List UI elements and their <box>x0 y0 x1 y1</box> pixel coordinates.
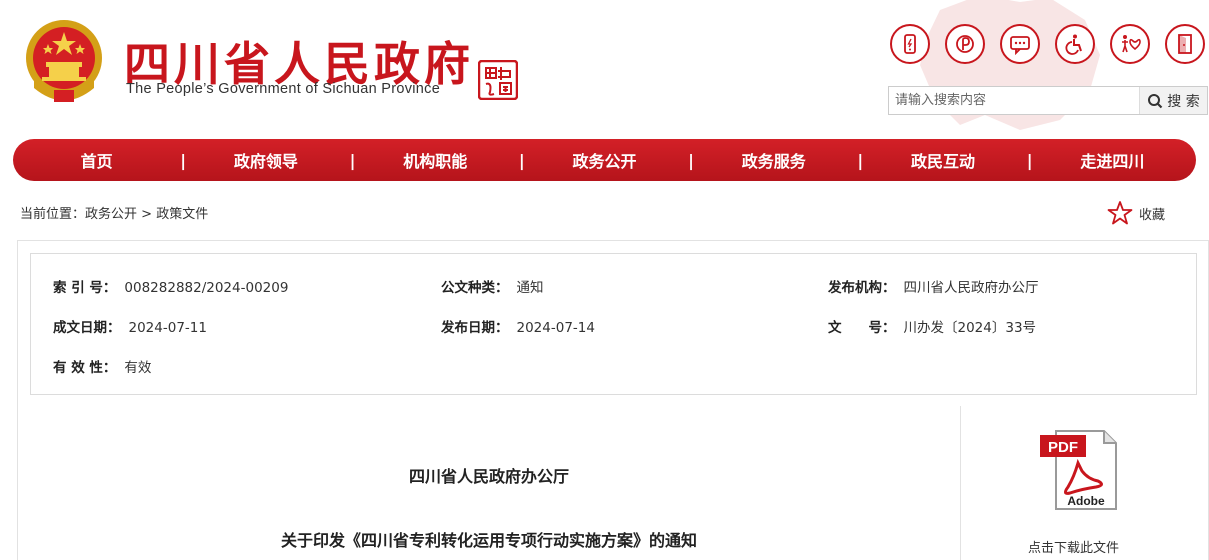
meta-type-label: 公文种类： <box>441 280 509 296</box>
exit-icon[interactable] <box>1165 24 1205 64</box>
meta-validity: 有 效 性： 有效 <box>53 356 151 376</box>
document-title: 关于印发《四川省专利转化运用专项行动实施方案》的通知 <box>280 531 697 550</box>
search-icon <box>1148 93 1163 108</box>
meta-publisher: 发布机构： 四川省人民政府办公厅 <box>828 276 1039 296</box>
site-header: 四川省人民政府 The People’s Government of Sichu… <box>0 0 1209 138</box>
breadcrumb-gov-affairs[interactable]: 政务公开 <box>85 207 137 222</box>
meta-publisher-value: 四川省人民政府办公厅 <box>903 280 1039 296</box>
pdf-badge-text: PDF <box>1048 439 1078 456</box>
nav-item-institutions[interactable]: 机构职能 <box>352 148 519 172</box>
search-input[interactable] <box>889 87 1139 114</box>
care-icon[interactable] <box>1110 24 1150 64</box>
document-issuer: 四川省人民政府办公厅 <box>408 467 569 486</box>
meta-created: 成文日期： 2024-07-11 <box>53 316 207 336</box>
meta-docno: 文 号： 川办发〔2024〕33号 <box>828 316 1036 336</box>
meta-validity-value: 有效 <box>124 360 152 376</box>
meta-type-value: 通知 <box>516 280 544 296</box>
meta-created-value: 2024-07-11 <box>128 320 207 336</box>
meta-index-label: 索 引 号： <box>53 280 117 296</box>
nav-item-home[interactable]: 首页 <box>13 148 180 172</box>
meta-type: 公文种类： 通知 <box>441 276 544 296</box>
meta-published: 发布日期： 2024-07-14 <box>441 316 595 336</box>
mobile-icon[interactable] <box>890 24 930 64</box>
adobe-label: Adobe <box>1067 494 1105 508</box>
chinese-seal-logo-icon <box>478 60 518 100</box>
pdf-download-icon[interactable]: PDF Adobe <box>1038 429 1120 513</box>
meta-docno-label: 文 号： <box>828 320 896 336</box>
breadcrumb-separator: > <box>137 207 157 222</box>
nav-item-gov-services[interactable]: 政务服务 <box>690 148 857 172</box>
star-icon <box>1107 201 1133 225</box>
document-panel: 索 引 号： 008282882/2024-00209 公文种类： 通知 发布机构：… <box>17 240 1209 560</box>
content-divider <box>960 406 961 560</box>
meta-published-label: 发布日期： <box>441 320 509 336</box>
accessibility-icon[interactable] <box>1055 24 1095 64</box>
search-bar: 搜 索 <box>888 86 1208 115</box>
message-icon[interactable] <box>1000 24 1040 64</box>
favorite-label: 收藏 <box>1139 207 1166 223</box>
meta-index-value: 008282882/2024-00209 <box>124 280 289 296</box>
meta-index: 索 引 号： 008282882/2024-00209 <box>53 276 288 296</box>
meta-docno-value: 川办发〔2024〕33号 <box>903 320 1037 336</box>
breadcrumb-policy-docs[interactable]: 政策文件 <box>156 207 208 222</box>
meta-validity-label: 有 效 性： <box>53 360 117 376</box>
search-button-label: 搜 索 <box>1167 93 1200 110</box>
meta-created-label: 成文日期： <box>53 320 121 336</box>
meta-published-value: 2024-07-14 <box>516 320 595 336</box>
breadcrumb: 当前位置：政务公开 > 政策文件 <box>20 203 208 222</box>
breadcrumb-prefix: 当前位置： <box>20 207 86 222</box>
national-emblem-icon <box>26 20 102 102</box>
header-tool-icons <box>890 24 1205 64</box>
document-metadata-table: 索 引 号： 008282882/2024-00209 公文种类： 通知 发布机构：… <box>30 253 1197 395</box>
meta-publisher-label: 发布机构： <box>828 280 896 296</box>
main-nav: 首页 | 政府领导 | 机构职能 | 政务公开 | 政务服务 | 政民互动 | … <box>13 139 1196 181</box>
sichuan-map-watermark <box>920 0 1100 130</box>
search-button[interactable]: 搜 索 <box>1139 87 1207 114</box>
favorite-button[interactable]: 收藏 <box>1107 200 1165 226</box>
nav-item-leaders[interactable]: 政府领导 <box>182 148 349 172</box>
nav-item-interaction[interactable]: 政民互动 <box>859 148 1026 172</box>
site-subtitle: The People’s Government of Sichuan Provi… <box>126 81 441 97</box>
nav-item-about-sichuan[interactable]: 走进四川 <box>1029 148 1196 172</box>
download-file-link[interactable]: 点击下载此文件 <box>1028 537 1119 556</box>
nav-item-gov-affairs[interactable]: 政务公开 <box>521 148 688 172</box>
weibo-icon[interactable] <box>945 24 985 64</box>
